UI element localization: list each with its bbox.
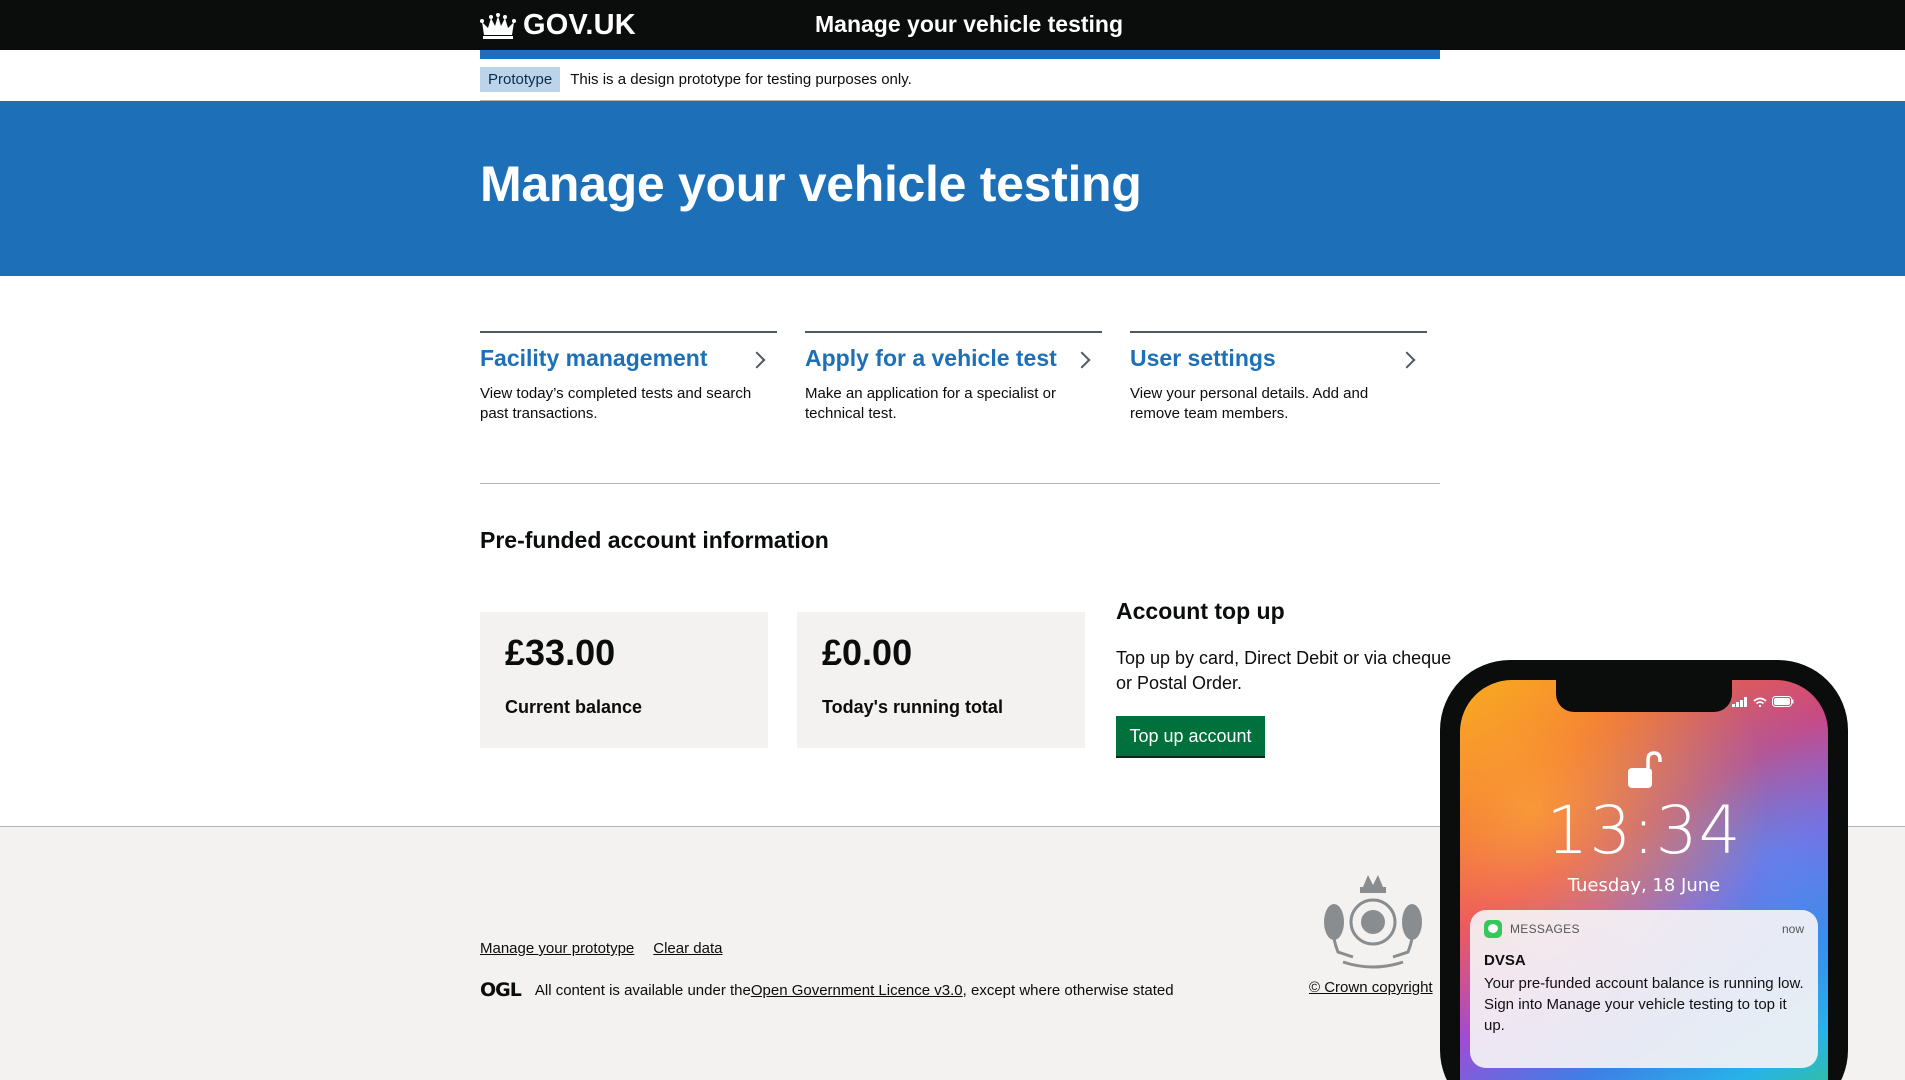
wifi-icon xyxy=(1753,697,1767,707)
card-title-text: Apply for a vehicle test xyxy=(805,345,1057,371)
card-title-link[interactable]: Facility management xyxy=(480,345,777,372)
card-title-text: User settings xyxy=(1130,345,1276,371)
running-total-value: £0.00 xyxy=(822,632,913,673)
card-apply-vehicle-test[interactable]: Apply for a vehicle test Make an applica… xyxy=(805,331,1102,424)
footer-links: Manage your prototype Clear data xyxy=(480,940,722,957)
phone-lock-screen: 13:34 Tuesday, 18 June MESSAGES now DVSA… xyxy=(1460,680,1828,1080)
lock-screen-time: 13:34 xyxy=(1546,792,1742,869)
crown-icon xyxy=(480,12,516,39)
phase-banner-text: This is a design prototype for testing p… xyxy=(570,71,912,88)
current-balance-panel: £33.00 Current balance xyxy=(480,612,768,748)
topup-description: Top up by card, Direct Debit or via cheq… xyxy=(1116,648,1452,693)
service-name-link[interactable]: Manage your vehicle testing xyxy=(815,11,1123,38)
ogl-logo: OGL xyxy=(480,979,522,1001)
govuk-logo-link[interactable]: GOV.UK xyxy=(480,9,636,42)
chevron-right-icon xyxy=(1073,351,1091,368)
logo-text: GOV.UK xyxy=(523,9,636,41)
section-divider xyxy=(480,483,1440,484)
running-total-label: Today's running total xyxy=(822,697,1003,717)
card-description: View your personal details. Add and remo… xyxy=(1130,385,1369,422)
gov-header: GOV.UK Manage your vehicle testing xyxy=(0,0,1905,50)
signal-icon xyxy=(1732,696,1747,707)
clear-data-link[interactable]: Clear data xyxy=(653,940,722,957)
phone-mockup: 13:34 Tuesday, 18 June MESSAGES now DVSA… xyxy=(1440,660,1848,1080)
messages-app-icon xyxy=(1484,920,1502,938)
notification-sender: DVSA xyxy=(1484,952,1526,969)
card-description: Make an application for a specialist or … xyxy=(805,385,1056,422)
chevron-right-icon xyxy=(748,351,766,368)
top-up-account-button[interactable]: Top up account xyxy=(1116,716,1265,756)
topup-title: Account top up xyxy=(1116,598,1285,624)
manage-prototype-link[interactable]: Manage your prototype xyxy=(480,940,634,957)
account-section-title: Pre-funded account information xyxy=(480,527,829,553)
card-user-settings[interactable]: User settings View your personal details… xyxy=(1130,331,1427,424)
open-government-licence-link[interactable]: Open Government Licence v3.0 xyxy=(751,982,963,999)
royal-coat-of-arms-icon xyxy=(1324,875,1422,969)
notification-header: MESSAGES now xyxy=(1484,920,1804,938)
battery-icon xyxy=(1772,696,1794,707)
notification-body: Your pre-funded account balance is runni… xyxy=(1484,975,1804,1034)
card-title-text: Facility management xyxy=(480,345,708,371)
notification-time: now xyxy=(1781,922,1804,936)
card-facility-management[interactable]: Facility management View today’s complet… xyxy=(480,331,777,424)
card-title-link[interactable]: User settings xyxy=(1130,345,1427,372)
phase-tag: Prototype xyxy=(480,67,561,92)
phone-notch xyxy=(1556,680,1732,712)
status-bar xyxy=(1732,696,1794,707)
header-blue-bar xyxy=(480,50,1440,59)
running-total-panel: £0.00 Today's running total xyxy=(797,612,1085,748)
sms-notification[interactable]: MESSAGES now DVSA Your pre-funded accoun… xyxy=(1470,910,1818,1068)
lock-screen-date: Tuesday, 18 June xyxy=(1567,875,1721,896)
crown-copyright-link[interactable]: © Crown copyright xyxy=(1309,979,1433,996)
hero-banner: Manage your vehicle testing xyxy=(0,101,1905,276)
card-description: View today’s completed tests and search … xyxy=(480,385,752,422)
current-balance-label: Current balance xyxy=(505,697,643,717)
current-balance-value: £33.00 xyxy=(505,632,616,673)
licence-prefix: All content is available under the xyxy=(534,981,751,999)
page-title: Manage your vehicle testing xyxy=(480,156,1142,212)
chevron-right-icon xyxy=(1398,351,1416,368)
unlocked-padlock-icon xyxy=(1628,751,1662,788)
notification-app-name: MESSAGES xyxy=(1510,922,1580,936)
licence-suffix: , except where otherwise stated xyxy=(962,981,1174,999)
phase-banner: Prototype This is a design prototype for… xyxy=(480,59,1440,101)
card-title-link[interactable]: Apply for a vehicle test xyxy=(805,345,1102,372)
licence-info: OGL All content is available under the O… xyxy=(480,979,1174,1001)
